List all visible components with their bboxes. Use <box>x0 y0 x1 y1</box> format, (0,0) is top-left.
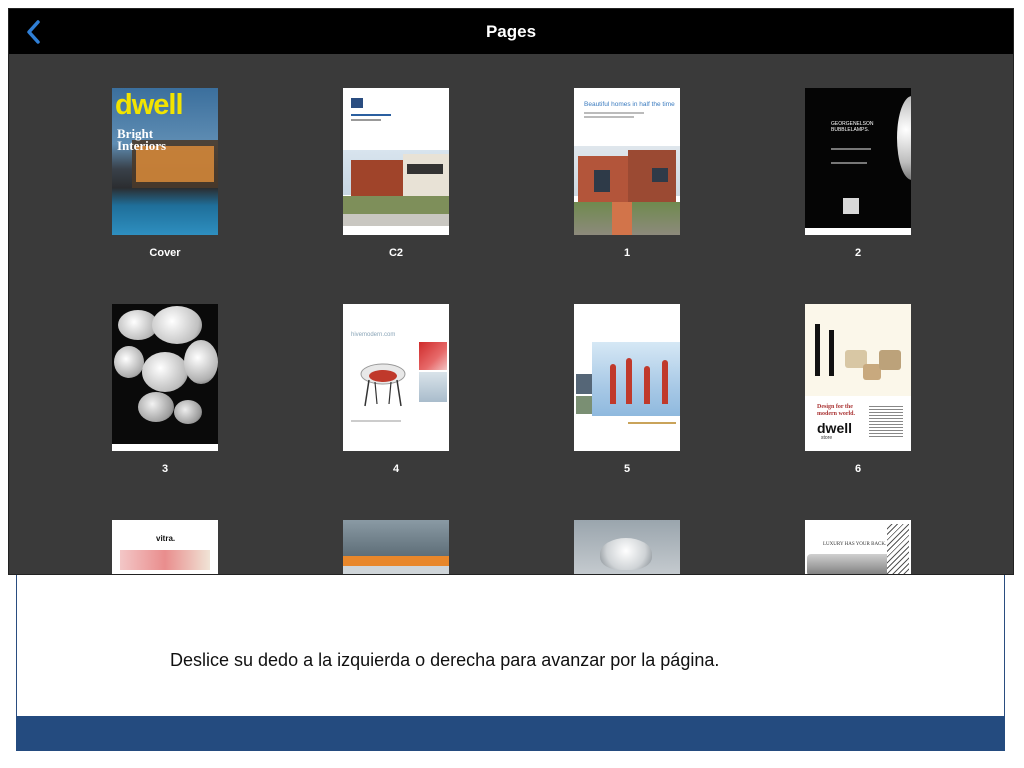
page-thumbnail-7[interactable]: vitra. <box>112 520 218 574</box>
c2-house-window <box>407 164 443 174</box>
p7-photo <box>120 550 210 570</box>
page-label-cover: Cover <box>149 247 181 259</box>
p2-brand-line2: BUBBLELAMPS. <box>831 127 870 133</box>
p4-url: hivemodern.com <box>351 332 396 338</box>
p5-red-stem <box>610 364 616 404</box>
p1-text-line <box>584 112 644 114</box>
p4-red-photo <box>419 342 447 370</box>
p5-small-photo <box>576 374 592 394</box>
p4-room-photo <box>419 372 447 402</box>
c2-logo-mark <box>351 98 363 108</box>
p10-script <box>887 524 909 574</box>
p6-candlestick <box>829 330 834 376</box>
p3-bottom-strip <box>112 444 218 451</box>
page-thumbnail-10[interactable]: LUXURY HAS YOUR BACK. <box>805 520 911 574</box>
p1-text-line <box>584 116 634 118</box>
p8-lower-photo <box>343 566 449 574</box>
page-label-c2: C2 <box>388 247 404 259</box>
p3-lamp <box>142 352 188 392</box>
p5-red-stem <box>644 366 650 404</box>
p7-logo: vitra. <box>156 534 176 543</box>
navigation-bar: Pages <box>9 9 1013 54</box>
p4-text-line <box>351 420 401 422</box>
page-thumbnail-4[interactable]: hivemodern.com <box>343 304 449 451</box>
p2-bottom-strip <box>805 228 911 235</box>
page-label-5: 5 <box>623 463 631 475</box>
c2-garden <box>343 196 449 216</box>
page-title: Pages <box>485 22 537 41</box>
p2-text-line <box>831 162 867 164</box>
cover-logo: dwell <box>115 89 184 121</box>
page-thumbnail-2[interactable]: GEORGENELSON BUBBLELAMPS. <box>805 88 911 235</box>
page-thumbnail-8[interactable] <box>343 520 449 574</box>
p3-lamp <box>114 346 144 378</box>
p3-lamp <box>138 392 174 422</box>
page-label-6: 6 <box>854 463 862 475</box>
c2-house-right <box>403 154 449 198</box>
page-thumbnail-9[interactable] <box>574 520 680 574</box>
p1-headline: Beautiful homes in half the time <box>584 101 675 108</box>
p2-text-line <box>831 148 871 150</box>
c2-text-line <box>351 119 381 121</box>
page-thumbnail-6[interactable]: Design for the modern world. dwell store <box>805 304 911 451</box>
p5-red-stem <box>626 358 632 404</box>
page-thumbnail-grid: dwell Bright Interiors Cover C2 Beautifu… <box>9 54 1013 574</box>
page-label-2: 2 <box>854 247 862 259</box>
page-label-4: 4 <box>392 463 400 475</box>
p5-small-photo <box>576 396 592 414</box>
p8-photo <box>343 520 449 556</box>
p9-pendant-lamp <box>600 538 652 570</box>
page-thumbnail-cover[interactable]: dwell Bright Interiors <box>112 88 218 235</box>
page-thumbnail-1[interactable]: Beautiful homes in half the time <box>574 88 680 235</box>
c2-house-left <box>351 160 411 198</box>
p6-logo: dwell <box>817 420 853 436</box>
p1-steps <box>612 202 632 235</box>
p6-tagline-2: modern world. <box>817 411 855 417</box>
p5-red-stem <box>662 360 668 404</box>
p6-candlestick <box>815 324 820 376</box>
p6-text-block <box>869 404 903 438</box>
p2-seal <box>843 198 859 214</box>
p6-bowl <box>879 350 901 370</box>
slide-bottom-band <box>16 716 1005 751</box>
pages-screen: Pages dwell Bright Interiors Cover C2 Be… <box>8 8 1014 575</box>
p3-lamp <box>184 340 218 384</box>
instruction-caption: Deslice su dedo a la izquierda o derecha… <box>170 650 720 670</box>
c2-text-line <box>351 114 391 116</box>
p10-headline: LUXURY HAS YOUR BACK. <box>823 542 887 547</box>
cover-heading-2: Interiors <box>117 138 167 153</box>
p8-orange-band <box>343 556 449 566</box>
page-label-3: 3 <box>161 463 169 475</box>
p2-lamp <box>897 96 911 180</box>
p6-tagline-1: Design for the <box>817 404 853 410</box>
p3-lamp <box>152 306 202 344</box>
p6-logo-sub: store <box>821 435 833 441</box>
page-thumbnail-3[interactable] <box>112 304 218 451</box>
p3-lamp <box>174 400 202 424</box>
page-thumbnail-5[interactable] <box>574 304 680 451</box>
p5-text-line <box>628 422 676 424</box>
c2-wall <box>343 214 449 226</box>
p1-door <box>594 170 610 192</box>
page-label-1: 1 <box>623 247 631 259</box>
p4-chair <box>360 363 406 407</box>
page-thumbnail-c2[interactable] <box>343 88 449 235</box>
p1-window <box>652 168 668 182</box>
